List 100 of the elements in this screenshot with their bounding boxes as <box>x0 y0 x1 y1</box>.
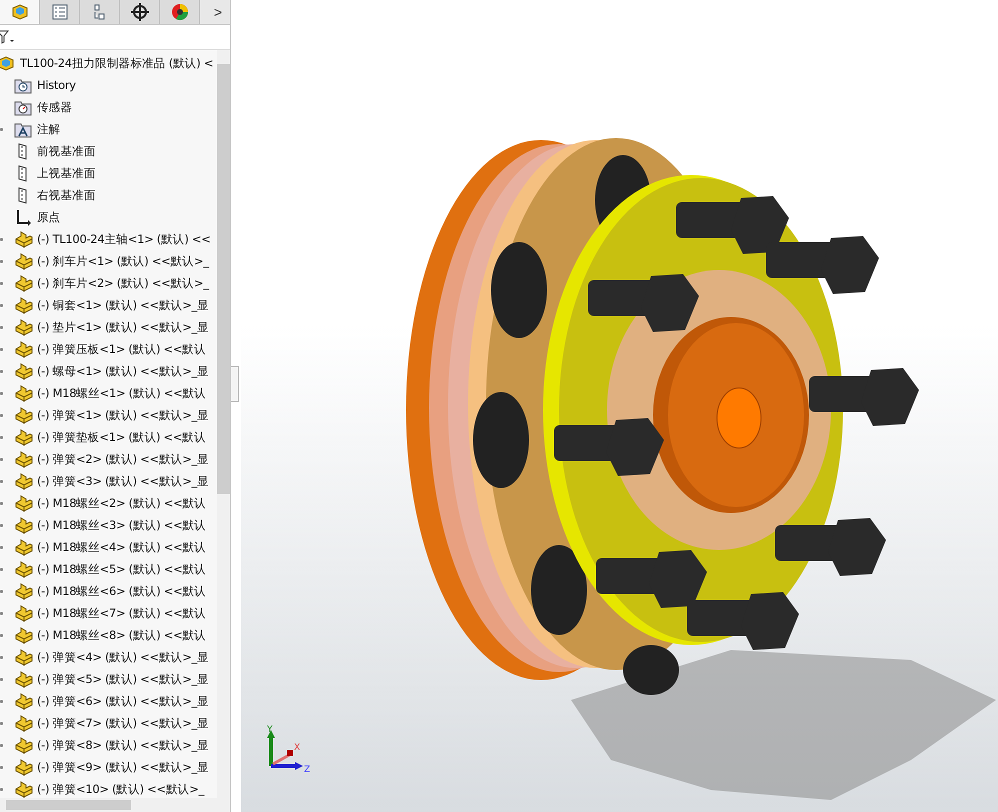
panel-tab[interactable] <box>160 0 200 24</box>
tree-item[interactable]: (-) 弹簧<9> (默认) <<默认>_显 <box>37 760 209 774</box>
expand-icon[interactable] <box>0 590 3 592</box>
expand-icon[interactable] <box>0 788 3 790</box>
tree-item[interactable]: 传感器 <box>37 100 72 114</box>
tree-item[interactable]: (-) 弹簧<10> (默认) <<默认>_ <box>37 782 204 796</box>
tree-item[interactable]: 注解 <box>37 122 60 136</box>
tree-item[interactable]: (-) 弹簧<2> (默认) <<默认>_显 <box>37 452 209 466</box>
tree-item[interactable]: (-) M18螺丝<1> (默认) <<默认 <box>37 386 206 400</box>
part-icon <box>14 428 33 446</box>
tree-item[interactable]: (-) 弹簧<8> (默认) <<默认>_显 <box>37 738 209 752</box>
part-icon <box>14 340 33 358</box>
part-icon <box>14 670 33 688</box>
part-icon <box>14 714 33 732</box>
part-icon <box>14 274 33 292</box>
panel-tab[interactable] <box>80 0 120 24</box>
tree-item[interactable]: (-) M18螺丝<6> (默认) <<默认 <box>37 584 206 598</box>
expand-icon[interactable] <box>0 260 3 262</box>
part-icon <box>14 230 33 248</box>
expand-icon[interactable] <box>0 282 3 284</box>
origin-icon <box>14 208 33 226</box>
filter-icon[interactable] <box>0 30 15 44</box>
expand-icon[interactable] <box>0 546 3 548</box>
tree-item[interactable]: 前视基准面 <box>37 144 96 158</box>
part-icon <box>14 472 33 490</box>
tree-item[interactable]: (-) TL100-24主轴<1> (默认) << <box>37 232 211 246</box>
splitter-handle[interactable] <box>231 366 239 402</box>
expand-icon[interactable] <box>0 238 3 240</box>
expand-icon[interactable] <box>0 348 3 350</box>
part-icon <box>14 582 33 600</box>
part-icon <box>14 626 33 644</box>
part-icon <box>14 604 33 622</box>
expand-icon[interactable] <box>0 612 3 614</box>
assembly-icon <box>0 54 16 72</box>
part-icon <box>14 362 33 380</box>
tree-item[interactable]: (-) 刹车片<1> (默认) <<默认>_ <box>37 254 209 268</box>
tree-item[interactable]: (-) 弹簧<4> (默认) <<默认>_显 <box>37 650 209 664</box>
part-icon <box>14 758 33 776</box>
expand-icon[interactable] <box>0 678 3 680</box>
expand-icon[interactable] <box>0 128 3 130</box>
expand-icon[interactable] <box>0 480 3 482</box>
tree-item[interactable]: (-) 弹簧<1> (默认) <<默认>_显 <box>37 408 209 422</box>
tree-item[interactable]: (-) 弹簧垫板<1> (默认) <<默认 <box>37 430 206 444</box>
expand-icon[interactable] <box>0 700 3 702</box>
tree-item[interactable]: (-) M18螺丝<5> (默认) <<默认 <box>37 562 206 576</box>
part-icon <box>14 494 33 512</box>
assembly-icon <box>10 2 30 22</box>
expand-icon[interactable] <box>0 370 3 372</box>
part-icon <box>14 780 33 798</box>
part-icon <box>14 384 33 402</box>
tree-item[interactable]: TL100-24扭力限制器标准品 (默认) < <box>20 56 214 70</box>
expand-icon[interactable] <box>0 744 3 746</box>
expand-icon[interactable] <box>0 414 3 416</box>
part-icon <box>14 450 33 468</box>
part-icon <box>14 296 33 314</box>
tree-item[interactable]: (-) M18螺丝<4> (默认) <<默认 <box>37 540 206 554</box>
expand-icon[interactable] <box>0 656 3 658</box>
horizontal-scrollbar[interactable] <box>0 798 230 812</box>
tree-item[interactable]: (-) M18螺丝<7> (默认) <<默认 <box>37 606 206 620</box>
tree-item[interactable]: (-) 螺母<1> (默认) <<默认>_显 <box>37 364 209 378</box>
part-icon <box>14 692 33 710</box>
expand-icon[interactable] <box>0 502 3 504</box>
tree-item[interactable]: (-) 弹簧<7> (默认) <<默认>_显 <box>37 716 209 730</box>
expand-icon[interactable] <box>0 524 3 526</box>
crosshair-icon <box>130 2 150 22</box>
axis-triad-drawing: Y X Z <box>261 724 311 774</box>
tree-item[interactable]: (-) M18螺丝<8> (默认) <<默认 <box>37 628 206 642</box>
expand-icon[interactable] <box>0 392 3 394</box>
tree-item[interactable]: History <box>37 78 76 92</box>
tree-item[interactable]: (-) 弹簧压板<1> (默认) <<默认 <box>37 342 206 356</box>
vertical-scrollbar[interactable] <box>217 50 230 798</box>
tree-item[interactable]: 右视基准面 <box>37 188 96 202</box>
part-icon <box>14 648 33 666</box>
panel-tab[interactable] <box>0 0 40 24</box>
tree-item[interactable]: (-) M18螺丝<3> (默认) <<默认 <box>37 518 206 532</box>
expand-icon[interactable] <box>0 326 3 328</box>
tree-item[interactable]: (-) 弹簧<3> (默认) <<默认>_显 <box>37 474 209 488</box>
part-icon <box>14 318 33 336</box>
tree-item[interactable]: (-) 刹车片<2> (默认) <<默认>_ <box>37 276 209 290</box>
part-icon <box>14 538 33 556</box>
expand-icon[interactable] <box>0 722 3 724</box>
expand-icon[interactable] <box>0 568 3 570</box>
part-icon <box>14 560 33 578</box>
panel-tab[interactable] <box>120 0 160 24</box>
tree-item[interactable]: (-) 垫片<1> (默认) <<默认>_显 <box>37 320 209 334</box>
tree-item[interactable]: (-) 弹簧<5> (默认) <<默认>_显 <box>37 672 209 686</box>
expand-icon[interactable] <box>0 458 3 460</box>
expand-icon[interactable] <box>0 436 3 438</box>
expand-icon[interactable] <box>0 634 3 636</box>
expand-icon[interactable] <box>0 304 3 306</box>
expand-icon[interactable] <box>0 766 3 768</box>
tree-item[interactable]: (-) 铜套<1> (默认) <<默认>_显 <box>37 298 209 312</box>
part-icon <box>14 736 33 754</box>
tree-item[interactable]: 原点 <box>37 210 60 224</box>
panel-tab[interactable] <box>40 0 80 24</box>
tree-item[interactable]: (-) M18螺丝<2> (默认) <<默认 <box>37 496 206 510</box>
tree-item[interactable]: (-) 弹簧<6> (默认) <<默认>_显 <box>37 694 209 708</box>
part-icon <box>14 516 33 534</box>
color-wheel-icon <box>170 2 190 22</box>
tree-item[interactable]: 上视基准面 <box>37 166 96 180</box>
